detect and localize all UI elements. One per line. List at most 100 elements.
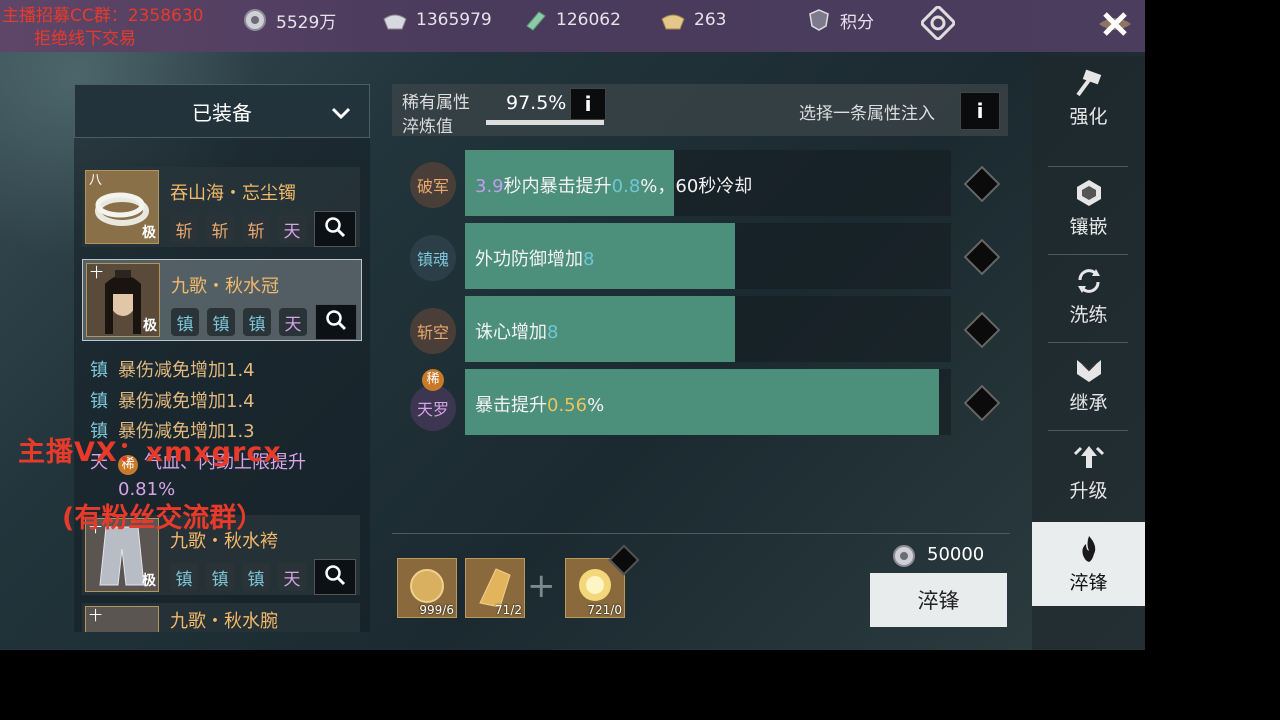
equipment-item[interactable]: 十 九歌・秋水腕 xyxy=(82,603,360,632)
overlay-recruit-text: 主播招募CC群：2358630 xyxy=(2,6,204,26)
inherit-icon xyxy=(1072,354,1106,384)
resource-silver-ingot: 1365979 xyxy=(382,8,492,32)
inspect-button[interactable] xyxy=(315,304,357,340)
close-button[interactable] xyxy=(1085,0,1145,52)
bracelet-thumbnail: 八 极 xyxy=(85,170,159,244)
quench-value-label: 淬炼值 xyxy=(402,117,453,137)
material-slot[interactable]: 71/2 xyxy=(465,558,525,618)
rare-icon: 稀 xyxy=(422,369,444,391)
close-icon xyxy=(1093,2,1137,50)
right-nav: 强化 镶嵌 洗练 继承 升级 淬锋 xyxy=(1032,56,1145,650)
nav-strengthen[interactable]: 强化 xyxy=(1032,56,1145,140)
chip-zhan: 斩 xyxy=(206,215,234,243)
chip-zhen: 镇 xyxy=(170,563,198,591)
select-diamond[interactable] xyxy=(963,238,1001,276)
attribute-text: 诛心增加8 xyxy=(475,322,559,343)
overlay-vx-text: 主播VX：xmxgrcx xyxy=(18,437,282,468)
resource-jade: 126062 xyxy=(522,8,621,32)
attribute-text: 外功防御增加8 xyxy=(475,249,595,270)
chip-tian: 天 xyxy=(278,563,306,591)
coin-icon xyxy=(242,8,268,32)
attribute-row[interactable]: 斩空 诛心增加8 xyxy=(392,296,1010,366)
chip-zhen: 镇 xyxy=(206,563,234,591)
equipment-item[interactable]: 八 极 吞山海・忘尘镯 斩 斩 斩 天 xyxy=(82,167,360,247)
chip-zhen: 镇 xyxy=(171,308,199,336)
select-diamond[interactable] xyxy=(963,165,1001,203)
nav-refine[interactable]: 洗练 xyxy=(1032,254,1145,338)
overlay-trade-warning: 拒绝线下交易 xyxy=(34,29,136,49)
inject-hint: 选择一条属性注入 xyxy=(799,104,935,124)
attribute-row[interactable]: 天罗 稀 暴击提升0.56% xyxy=(392,369,1010,439)
item-name: 九歌・秋水冠 xyxy=(171,276,279,297)
attribute-chips: 镇 镇 镇 天 xyxy=(170,563,306,591)
chip-zhen: 镇 xyxy=(243,308,271,336)
quench-progress-bar xyxy=(486,120,604,125)
inspect-button[interactable] xyxy=(314,559,356,595)
overlay-fans-text: (有粉丝交流群） xyxy=(62,503,264,534)
chip-zhan: 斩 xyxy=(170,215,198,243)
equipment-item-selected[interactable]: 十 极 九歌・秋水冠 镇 镇 镇 天 xyxy=(82,259,362,341)
attribute-track: 外功防御增加8 xyxy=(465,223,951,289)
wrist-thumbnail: 十 xyxy=(85,606,159,632)
refresh-icon xyxy=(1072,266,1106,296)
chevron-down-icon xyxy=(331,101,351,125)
item-name: 九歌・秋水腕 xyxy=(170,611,278,632)
rare-attribute-bar: 稀有属性 淬炼值 97.5% i 选择一条属性注入 i xyxy=(392,84,1008,137)
info-icon: i xyxy=(976,99,984,123)
equipment-panel: 已装备 八 极 吞山海・忘尘镯 斩 斩 斩 天 十 极 九歌・秋水冠 镇 镇 镇… xyxy=(74,84,370,632)
cost-value: 50000 xyxy=(927,544,985,565)
material-slot[interactable]: 999/6 xyxy=(397,558,457,618)
chip-zhen: 镇 xyxy=(207,308,235,336)
settings-gear-icon[interactable] xyxy=(920,5,956,41)
equipped-dropdown[interactable]: 已装备 xyxy=(74,84,370,138)
resource-coin: 5529万 xyxy=(242,8,336,33)
resource-gold-ingot: 263 xyxy=(660,8,726,32)
jade-icon xyxy=(522,8,548,32)
flame-icon xyxy=(1072,534,1106,564)
attribute-text: 3.9秒内暴击提升0.8%，60秒冷却 xyxy=(475,176,753,197)
gold-ingot-icon xyxy=(660,8,686,32)
info-icon: i xyxy=(584,92,592,116)
chip-zhen: 镇 xyxy=(242,563,270,591)
quench-percent: 97.5% xyxy=(506,92,567,114)
inspect-button[interactable] xyxy=(314,211,356,247)
select-diamond[interactable] xyxy=(963,311,1001,349)
attr-badge-zhankong: 斩空 xyxy=(410,308,456,354)
nav-inherit[interactable]: 继承 xyxy=(1032,342,1145,426)
coin-icon xyxy=(892,545,916,567)
rare-attr-label: 稀有属性 xyxy=(402,93,470,113)
magnifier-icon xyxy=(324,216,346,242)
game-screen: 5529万 1365979 126062 263 积分 已装备 八 极 吞山海・… xyxy=(0,0,1145,650)
info-button[interactable]: i xyxy=(570,88,606,120)
points-button[interactable]: 积分 xyxy=(806,8,874,33)
nav-upgrade[interactable]: 升级 xyxy=(1032,430,1145,514)
gem-icon xyxy=(1072,178,1106,208)
divider xyxy=(392,533,1010,534)
item-name: 吞山海・忘尘镯 xyxy=(170,183,296,204)
upgrade-icon xyxy=(1072,442,1106,472)
nav-inlay[interactable]: 镶嵌 xyxy=(1032,166,1145,250)
headpiece-thumbnail: 十 极 xyxy=(86,263,160,337)
inject-info-button[interactable]: i xyxy=(960,92,1000,130)
magnifier-icon xyxy=(325,309,347,335)
hammer-icon xyxy=(1072,68,1106,98)
attribute-track: 3.9秒内暴击提升0.8%，60秒冷却 xyxy=(465,150,951,216)
chip-zhan: 斩 xyxy=(242,215,270,243)
stat-line: 镇暴伤减免增加1.4 xyxy=(90,360,255,381)
nav-quench[interactable]: 淬锋 xyxy=(1032,522,1145,606)
attribute-chips: 镇 镇 镇 天 xyxy=(171,308,307,336)
chip-tian: 天 xyxy=(278,215,306,243)
attr-badge-zhenhun: 镇魂 xyxy=(410,235,456,281)
quench-button[interactable]: 淬锋 xyxy=(870,573,1007,627)
quench-panel: 稀有属性 淬炼值 97.5% i 选择一条属性注入 i 破军 3.9秒内暴击提升… xyxy=(392,84,1010,534)
points-shield-icon xyxy=(806,8,832,32)
magnifier-icon xyxy=(324,564,346,590)
attribute-chips: 斩 斩 斩 天 xyxy=(170,215,306,243)
silver-ingot-icon xyxy=(382,8,408,32)
stat-line: 镇暴伤减免增加1.4 xyxy=(90,391,255,412)
select-diamond[interactable] xyxy=(963,384,1001,422)
attr-badge-pojun: 破军 xyxy=(410,162,456,208)
attribute-row[interactable]: 镇魂 外功防御增加8 xyxy=(392,223,1010,293)
plus-icon: + xyxy=(527,566,556,606)
attribute-row[interactable]: 破军 3.9秒内暴击提升0.8%，60秒冷却 xyxy=(392,150,1010,220)
